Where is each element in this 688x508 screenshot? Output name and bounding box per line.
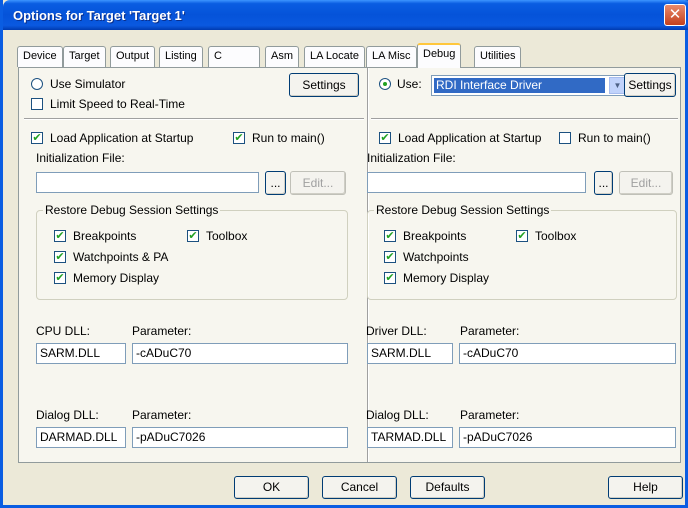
left-toolbox-checkbox[interactable]: ✔ xyxy=(187,230,199,242)
right-breakpoints-label: Breakpoints xyxy=(403,229,467,243)
right-run-to-main-label: Run to main() xyxy=(578,131,651,145)
title-bar[interactable]: Options for Target 'Target 1' ✕ xyxy=(3,0,688,30)
left-edit-button[interactable]: Edit... xyxy=(290,171,346,195)
driver-settings-button[interactable]: Settings xyxy=(624,73,676,97)
tab-asm[interactable]: Asm xyxy=(265,46,299,67)
ok-button[interactable]: OK xyxy=(234,476,309,499)
cpu-dll-label: CPU DLL: xyxy=(36,324,91,338)
driver-select[interactable]: RDI Interface Driver ▼ xyxy=(431,75,628,96)
left-dialog-dll-input[interactable]: DARMAD.DLL xyxy=(36,427,126,448)
left-run-to-main-checkbox[interactable]: ✔ xyxy=(233,132,245,144)
check-icon: ✔ xyxy=(32,132,42,144)
close-button[interactable]: ✕ xyxy=(664,4,686,26)
right-init-file-input[interactable] xyxy=(367,172,586,193)
check-icon: ✔ xyxy=(385,272,395,284)
right-browse-button[interactable]: ... xyxy=(594,171,613,195)
right-dialog-param-input[interactable]: -pADuC7026 xyxy=(459,427,676,448)
right-toolbox-checkbox[interactable]: ✔ xyxy=(516,230,528,242)
tab-output[interactable]: Output xyxy=(110,46,156,67)
use-simulator-radio[interactable] xyxy=(31,78,43,90)
cpu-param-label: Parameter: xyxy=(132,324,192,338)
right-init-file-label: Initialization File: xyxy=(367,151,456,165)
defaults-button[interactable]: Defaults xyxy=(410,476,485,499)
check-icon: ✔ xyxy=(385,251,395,263)
check-icon: ✔ xyxy=(517,230,527,242)
left-dialog-param-input[interactable]: -pADuC7026 xyxy=(132,427,348,448)
driver-select-value: RDI Interface Driver xyxy=(434,78,605,93)
left-init-file-input[interactable] xyxy=(36,172,259,193)
right-watchpoints-label: Watchpoints xyxy=(403,250,469,264)
right-separator xyxy=(371,118,678,120)
window-title: Options for Target 'Target 1' xyxy=(13,8,185,23)
use-simulator-label: Use Simulator xyxy=(50,77,126,91)
right-dialog-dll-input[interactable]: TARMAD.DLL xyxy=(367,427,453,448)
left-separator xyxy=(24,118,364,120)
tab-target[interactable]: Target xyxy=(63,46,106,67)
left-toolbox-label: Toolbox xyxy=(206,229,248,243)
use-driver-radio[interactable] xyxy=(379,78,391,90)
check-icon: ✔ xyxy=(385,230,395,242)
right-init-file-text: Initialization File: xyxy=(367,151,456,165)
right-restore-title: Restore Debug Session Settings xyxy=(374,203,552,217)
options-dialog: Options for Target 'Target 1' ✕ Device T… xyxy=(0,0,688,508)
left-browse-button[interactable]: ... xyxy=(265,171,286,195)
tab-debug[interactable]: Debug xyxy=(417,43,462,68)
check-icon: ✔ xyxy=(55,230,65,242)
driver-param-input[interactable]: -cADuC70 xyxy=(459,343,676,364)
right-toolbox-label: Toolbox xyxy=(535,229,577,243)
check-icon: ✔ xyxy=(234,132,244,144)
tab-device[interactable]: Device xyxy=(17,46,63,67)
left-load-app-checkbox[interactable]: ✔ xyxy=(31,132,43,144)
driver-dll-input[interactable]: SARM.DLL xyxy=(367,343,453,364)
cpu-dll-input[interactable]: SARM.DLL xyxy=(36,343,126,364)
tab-la-misc[interactable]: LA Misc xyxy=(366,46,417,67)
check-icon: ✔ xyxy=(55,251,65,263)
left-memory-display-checkbox[interactable]: ✔ xyxy=(54,272,66,284)
driver-param-label: Parameter: xyxy=(460,324,520,338)
right-edit-button[interactable]: Edit... xyxy=(619,171,673,195)
left-load-app-label: Load Application at Startup xyxy=(50,131,194,145)
debug-page: Use Simulator Settings Limit Speed to Re… xyxy=(18,67,681,463)
right-dialog-param-label: Parameter: xyxy=(460,408,520,422)
check-icon: ✔ xyxy=(188,230,198,242)
right-load-app-label: Load Application at Startup xyxy=(398,131,542,145)
left-init-file-label: Initialization File: xyxy=(36,151,125,165)
simulator-settings-button[interactable]: Settings xyxy=(289,73,359,97)
tab-la-locate[interactable]: LA Locate xyxy=(304,46,365,67)
limit-speed-checkbox[interactable] xyxy=(31,98,43,110)
right-memory-display-checkbox[interactable]: ✔ xyxy=(384,272,396,284)
left-run-to-main-label: Run to main() xyxy=(252,131,325,145)
check-icon: ✔ xyxy=(55,272,65,284)
driver-dll-label: Driver DLL: xyxy=(366,324,427,338)
right-watchpoints-checkbox[interactable]: ✔ xyxy=(384,251,396,263)
right-load-app-checkbox[interactable]: ✔ xyxy=(379,132,391,144)
left-memory-display-label: Memory Display xyxy=(73,271,160,285)
tab-listing[interactable]: Listing xyxy=(159,46,203,67)
cpu-param-input[interactable]: -cADuC70 xyxy=(132,343,348,364)
use-label: Use: xyxy=(397,77,422,91)
right-dialog-dll-label: Dialog DLL: xyxy=(366,408,429,422)
left-breakpoints-checkbox[interactable]: ✔ xyxy=(54,230,66,242)
cancel-button[interactable]: Cancel xyxy=(322,476,397,499)
close-icon: ✕ xyxy=(668,6,682,23)
left-dialog-dll-label: Dialog DLL: xyxy=(36,408,99,422)
left-restore-title: Restore Debug Session Settings xyxy=(43,203,221,217)
help-button[interactable]: Help xyxy=(608,476,683,499)
right-memory-display-label: Memory Display xyxy=(403,271,490,285)
tab-c[interactable]: C xyxy=(208,46,260,67)
tab-utilities[interactable]: Utilities xyxy=(474,46,522,67)
left-breakpoints-label: Breakpoints xyxy=(73,229,137,243)
limit-speed-label: Limit Speed to Real-Time xyxy=(50,97,185,111)
right-run-to-main-checkbox[interactable] xyxy=(559,132,571,144)
right-breakpoints-checkbox[interactable]: ✔ xyxy=(384,230,396,242)
left-dialog-param-label: Parameter: xyxy=(132,408,192,422)
left-watchpoints-label: Watchpoints & PA xyxy=(73,250,169,264)
left-watchpoints-checkbox[interactable]: ✔ xyxy=(54,251,66,263)
check-icon: ✔ xyxy=(380,132,390,144)
